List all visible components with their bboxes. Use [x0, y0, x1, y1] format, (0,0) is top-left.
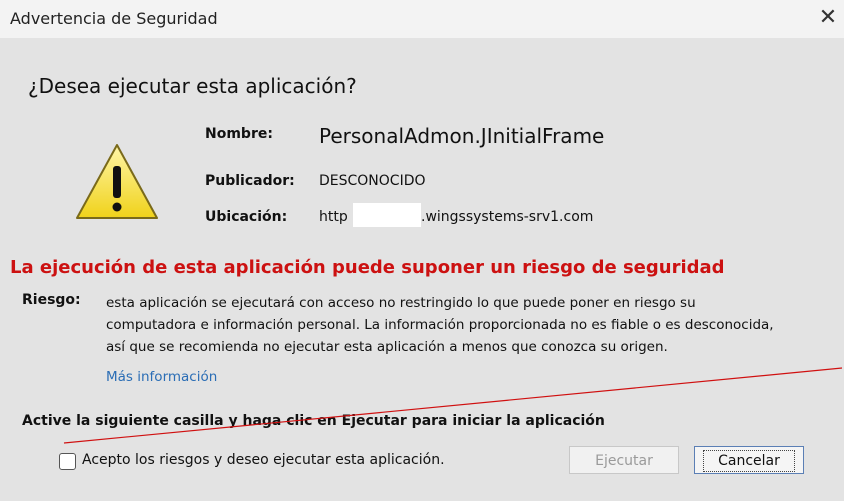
annotation-red-line	[63, 367, 843, 444]
